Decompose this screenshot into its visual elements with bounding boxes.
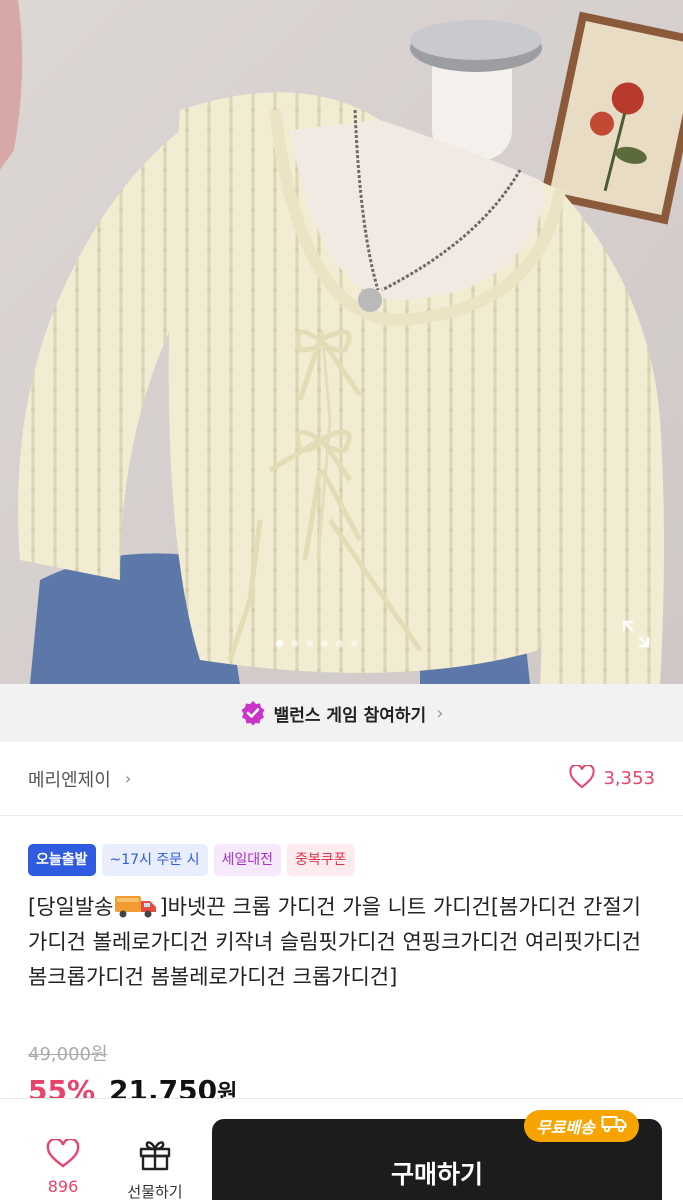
tag-today-shipping: 오늘출발 [28,844,96,876]
truck-icon [601,1115,627,1137]
seller-like-button[interactable]: 3,353 [569,763,655,793]
original-price: 49,000원 [28,1044,108,1065]
seller-like-count: 3,353 [603,768,655,789]
like-count: 896 [47,1177,79,1196]
free-shipping-badge: 무료배송 [524,1110,639,1142]
tag-duplicate-coupon: 중복쿠폰 [287,844,355,876]
product-photo [0,0,683,684]
carousel-dot[interactable] [351,640,358,647]
like-button[interactable]: 896 [36,1137,90,1196]
tag-sale-event: 세일대전 [213,844,282,876]
carousel-dot[interactable] [291,640,298,647]
free-shipping-label: 무료배송 [536,1118,595,1137]
heart-icon [569,763,596,793]
gift-label: 선물하기 [127,1183,183,1200]
carousel-dot[interactable] [321,640,328,647]
carousel-dot[interactable] [336,640,343,647]
product-title-prefix: [당일발송 [28,895,114,919]
seller-row: 메리엔제이 › 3,353 [0,742,683,816]
gift-button[interactable]: 선물하기 [112,1139,198,1200]
carousel-dot[interactable] [306,640,313,647]
balance-game-banner[interactable]: 밸런스 게임 참여하기 › [0,684,683,742]
expand-icon[interactable] [620,618,652,650]
chevron-right-icon: › [436,702,444,724]
product-title: [당일발송 ]바넷끈 크롭 가디건 가을 니트 가디건[봄가디건 간절기가디건 … [28,890,658,995]
product-image[interactable] [0,0,683,684]
gift-icon [138,1141,172,1175]
truck-icon [114,893,158,919]
tag-order-cutoff: ~17시 주문 시 [101,844,208,876]
carousel-dot[interactable] [276,640,283,647]
verified-badge-icon [240,700,266,726]
banner-label: 밸런스 게임 참여하기 [273,705,427,726]
seller-name[interactable]: 메리엔제이 [28,766,111,792]
carousel-indicator [276,640,358,647]
heart-icon [46,1137,80,1173]
chevron-right-icon[interactable]: › [125,769,131,788]
product-tags: 오늘출발 ~17시 주문 시 세일대전 중복쿠폰 [28,844,355,876]
